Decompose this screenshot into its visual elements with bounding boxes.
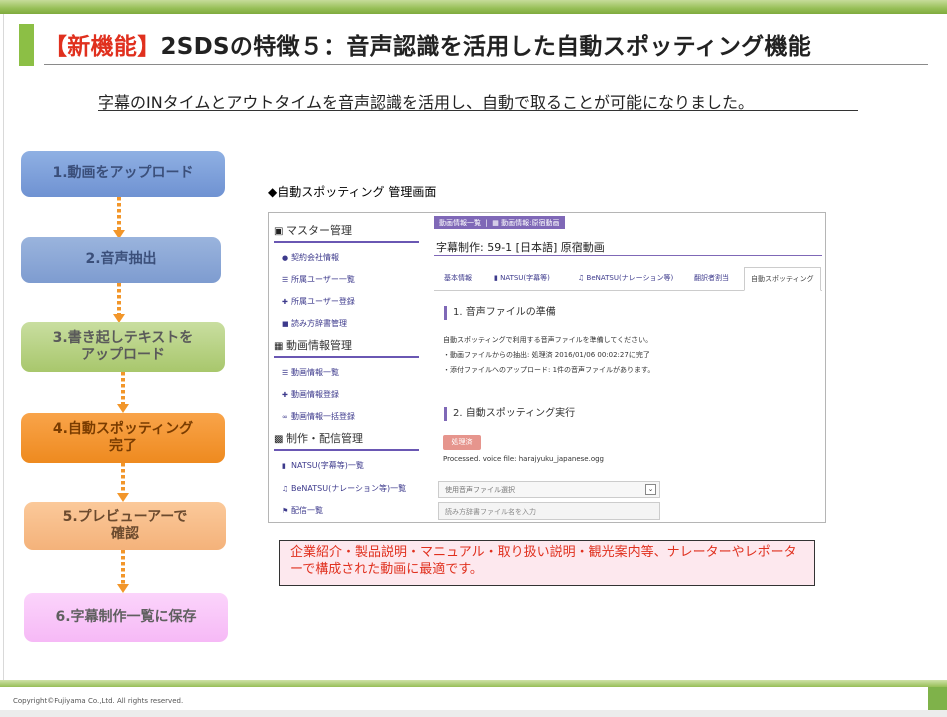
section-title-auto-spotting: 2. 自動スポッティング実行 xyxy=(444,407,575,421)
page-title: 字幕制作: 59-1 [日本語] 原宿動画 xyxy=(436,241,605,254)
breadcrumb-video-info[interactable]: 動画情報:原宿動画 xyxy=(501,218,559,228)
tab-auto-spotting[interactable]: 自動スポッティング xyxy=(744,267,821,291)
list-icon: ☰ xyxy=(282,369,289,377)
step-connector xyxy=(121,550,125,585)
info-icon: ● xyxy=(282,254,289,262)
title-highlight: 【新機能】 xyxy=(44,34,161,60)
sidebar-item-video-list[interactable]: ☰ 動画情報一覧 xyxy=(282,367,339,378)
plus-icon: ✚ xyxy=(282,391,288,399)
breadcrumb-video-list[interactable]: 動画情報一覧 xyxy=(439,218,481,228)
link-icon: ∞ xyxy=(282,413,288,421)
footer-green-band xyxy=(0,680,947,687)
cc-icon: ▩ xyxy=(274,434,284,445)
list-icon: ☰ xyxy=(282,276,289,284)
main-panel: 動画情報一覧 | ▦ 動画情報:原宿動画 字幕制作: 59-1 [日本語] 原宿… xyxy=(432,213,824,522)
left-border xyxy=(3,14,4,684)
processed-status: Processed. voice file: harajyuku_japanes… xyxy=(443,455,604,463)
title-accent-bar xyxy=(19,24,34,66)
sidebar-item-company-info[interactable]: ● 契約会社情報 xyxy=(282,252,339,263)
sidebar-item-natsu-list[interactable]: ▮ NATSU(字幕等)一覧 xyxy=(282,460,364,471)
sidebar-section-master: ▣ マスター管理 xyxy=(274,222,419,243)
breadcrumb: 動画情報一覧 | ▦ 動画情報:原宿動画 xyxy=(434,216,565,229)
slide: 【新機能】2SDSの特徴５：音声認識を活用した自動スポッティング機能 字幕のIN… xyxy=(0,0,947,717)
app-screen: ▣ マスター管理 ● 契約会社情報 ☰ 所属ユーザー一覧 ✚ 所属ユーザー登録 ■ 読み方… xyxy=(268,212,826,523)
sidebar-item-video-register[interactable]: ✚ 動画情報登録 xyxy=(282,389,339,400)
copyright: Copyright©Fujiyama Co.,Ltd. All rights r… xyxy=(13,697,184,705)
mic-icon: ♫ xyxy=(282,485,289,493)
title-text: 2SDSの特徴５：音声認識を活用した自動スポッティング機能 xyxy=(160,34,812,60)
tab-translator[interactable]: 翻訳者割当 xyxy=(694,273,729,283)
title-divider xyxy=(434,255,822,256)
sidebar-item-user-list[interactable]: ☰ 所属ユーザー一覧 xyxy=(282,274,355,285)
film-icon: ▦ xyxy=(274,341,284,352)
step-connector xyxy=(121,463,125,494)
book-icon: ■ xyxy=(282,320,289,328)
dictionary-filename-input[interactable]: 読み方辞書ファイル名を入力 xyxy=(438,502,660,520)
plus-icon: ✚ xyxy=(282,298,288,306)
sidebar-item-dictionary[interactable]: ■ 読み方辞書管理 xyxy=(282,318,347,329)
audio-file-select[interactable]: 使用音声ファイル選択 ⌄ xyxy=(438,481,660,498)
step-audio-extract: 2.音声抽出 xyxy=(21,237,221,283)
title-divider xyxy=(44,64,928,65)
usage-note: 企業紹介・製品説明・マニュアル・取り扱い説明・観光案内等、ナレーターやレポーター… xyxy=(279,540,815,586)
file-icon: ▮ xyxy=(282,462,286,470)
tab-basic-info[interactable]: 基本情報 xyxy=(444,273,472,283)
briefcase-icon: ▣ xyxy=(274,226,284,237)
step-connector xyxy=(117,197,121,230)
step-connector xyxy=(117,283,121,315)
footer-green-square xyxy=(928,687,947,710)
sidebar-item-video-bulk[interactable]: ∞ 動画情報一括登録 xyxy=(282,411,355,422)
section-title-audio-prep: 1. 音声ファイルの準備 xyxy=(444,306,556,320)
sidebar-section-video: ▦ 動画情報管理 xyxy=(274,337,419,358)
section1-line: 自動スポッティングで利用する音声ファイルを準備してください。 xyxy=(443,336,653,344)
film-icon: ▦ xyxy=(492,219,499,227)
step-connector xyxy=(121,372,125,405)
section1-line: ・添付ファイルへのアップロード: 1件の音声ファイルがあります。 xyxy=(443,366,655,374)
top-green-band xyxy=(0,0,947,14)
tab-natsu[interactable]: ▮ NATSU(字幕等) xyxy=(494,273,550,283)
slide-title: 【新機能】2SDSの特徴５：音声認識を活用した自動スポッティング機能 xyxy=(44,27,811,61)
step-upload-transcript: 3.書き起しテキストを アップロード xyxy=(21,322,225,372)
arrow-down-icon xyxy=(117,584,129,593)
file-icon: ▮ xyxy=(494,274,498,282)
arrow-down-icon xyxy=(117,404,129,413)
sidebar-section-production: ▩ 制作・配信管理 xyxy=(274,430,419,451)
sidebar-item-benatsu-list[interactable]: ♫ BeNATSU(ナレーション等)一覧 xyxy=(282,483,406,494)
screenshot-caption: ◆自動スポッティング 管理画面 xyxy=(268,185,437,199)
tab-benatsu[interactable]: ♫ BeNATSU(ナレーション等) xyxy=(578,273,673,283)
processed-button[interactable]: 処理済 xyxy=(443,435,481,450)
sidebar-item-delivery-list[interactable]: ⚑ 配信一覧 xyxy=(282,505,323,516)
step-upload-video: 1.動画をアップロード xyxy=(21,151,225,197)
flag-icon: ⚑ xyxy=(282,507,289,515)
bottom-strip xyxy=(0,710,947,717)
step-save-to-list: 6.字幕制作一覧に保存 xyxy=(24,593,228,642)
tab-bar: 基本情報 ▮ NATSU(字幕等) ♫ BeNATSU(ナレーション等) 翻訳者… xyxy=(434,267,822,291)
chevron-down-icon: ⌄ xyxy=(645,484,656,495)
mic-icon: ♫ xyxy=(578,274,585,282)
sidebar-item-user-register[interactable]: ✚ 所属ユーザー登録 xyxy=(282,296,355,307)
step-previewer-check: 5.プレビューアーで 確認 xyxy=(24,502,226,550)
subtitle-underline xyxy=(98,110,858,111)
step-auto-spotting-done: 4.自動スポッティング 完了 xyxy=(21,413,225,463)
section1-line: ・動画ファイルからの抽出: 処理済 2016/01/06 00:02:27に完了 xyxy=(443,351,650,359)
sidebar: ▣ マスター管理 ● 契約会社情報 ☰ 所属ユーザー一覧 ✚ 所属ユーザー登録 ■ 読み方… xyxy=(269,213,424,522)
arrow-down-icon xyxy=(117,493,129,502)
